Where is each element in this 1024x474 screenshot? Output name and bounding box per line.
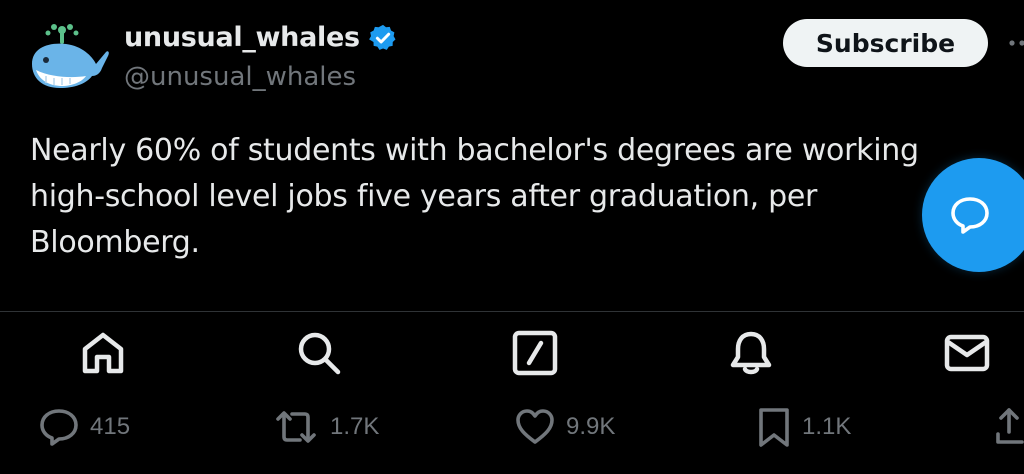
verified-badge-icon: [368, 24, 396, 50]
author-handle[interactable]: @unusual_whales: [124, 62, 356, 92]
share-icon[interactable]: [994, 404, 1024, 446]
subscribe-button[interactable]: Subscribe: [783, 19, 988, 67]
search-icon[interactable]: [296, 330, 342, 376]
bookmark-action[interactable]: 1.1K: [756, 404, 851, 450]
author-name-row[interactable]: unusual_whales: [124, 22, 398, 53]
tweet-text: Nearly 60% of students with bachelor's d…: [30, 133, 919, 260]
bookmark-count: 1.1K: [802, 413, 852, 440]
reply-icon: [40, 409, 78, 446]
reply-action[interactable]: 415: [38, 404, 130, 450]
whale-emoji-icon: [32, 24, 109, 88]
repost-icon: [276, 411, 316, 443]
grok-icon[interactable]: [512, 330, 558, 376]
home-icon[interactable]: [80, 330, 126, 376]
author-display-name[interactable]: unusual_whales: [124, 22, 360, 53]
more-options-icon[interactable]: [1006, 36, 1024, 50]
like-count: 9.9K: [566, 413, 616, 440]
reply-fab-button[interactable]: [922, 158, 1024, 272]
repost-action[interactable]: 1.7K: [272, 404, 379, 450]
like-action[interactable]: 9.9K: [514, 404, 615, 450]
notifications-bell-icon[interactable]: [728, 330, 774, 376]
heart-icon: [516, 409, 554, 444]
reply-count: 415: [90, 413, 131, 440]
repost-count: 1.7K: [330, 413, 380, 440]
divider: [0, 311, 1024, 312]
bookmark-icon: [759, 408, 789, 447]
speech-bubble-icon: [951, 197, 989, 234]
messages-envelope-icon[interactable]: [944, 330, 990, 376]
avatar[interactable]: [26, 18, 110, 94]
